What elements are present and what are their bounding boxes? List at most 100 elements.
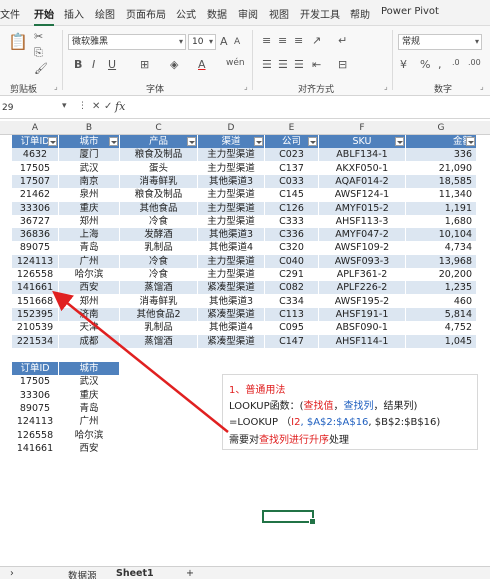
table-cell[interactable]: 13,968 <box>406 254 476 268</box>
table-cell[interactable]: 冷食 <box>120 268 197 281</box>
sheet-tab-data-source[interactable]: 数据源 <box>68 568 97 579</box>
table-cell[interactable]: 其他食品 <box>120 201 197 215</box>
table-cell[interactable]: 221534 <box>12 334 58 348</box>
lookup-cell[interactable]: 89075 <box>12 402 58 415</box>
table-cell[interactable]: 西安 <box>59 281 119 295</box>
name-box[interactable]: 29 <box>0 100 60 116</box>
table-cell[interactable]: 89075 <box>12 241 58 254</box>
table-cell[interactable]: 152395 <box>12 307 58 321</box>
table-cell[interactable]: AHSF191-1 <box>319 307 405 321</box>
lookup-header-cell[interactable]: 城市 <box>59 362 119 375</box>
decrease-decimal-icon[interactable]: .00 <box>468 58 481 67</box>
lookup-cell[interactable]: 西安 <box>59 442 119 455</box>
table-cell[interactable]: 4,752 <box>406 321 476 334</box>
align-right-icon[interactable]: ☰ <box>294 58 304 71</box>
lookup-cell[interactable]: 重庆 <box>59 389 119 402</box>
sheet-tab-sheet1[interactable]: Sheet1 <box>116 568 154 579</box>
table-cell[interactable]: 乳制品 <box>120 321 197 334</box>
table-cell[interactable]: C082 <box>265 281 318 295</box>
table-cell[interactable]: 粮食及制品 <box>120 148 197 162</box>
table-header-cell[interactable]: 金额 <box>406 135 476 148</box>
table-cell[interactable]: 210539 <box>12 321 58 334</box>
table-cell[interactable]: ABLF134-1 <box>319 148 405 162</box>
lookup-cell[interactable]: 126558 <box>12 429 58 442</box>
decrease-font-icon[interactable]: A <box>234 37 240 47</box>
format-painter-icon[interactable]: 🖌 <box>34 62 48 75</box>
table-cell[interactable]: 冷食 <box>120 254 197 268</box>
table-cell[interactable]: C336 <box>265 228 318 242</box>
tab-page-layout[interactable]: 页面布局 <box>126 6 166 21</box>
lookup-cell[interactable]: 33306 <box>12 389 58 402</box>
lookup-cell[interactable]: 武汉 <box>59 375 119 388</box>
table-cell[interactable]: 11,340 <box>406 188 476 201</box>
merge-center-icon[interactable]: ⊟ <box>338 58 347 71</box>
table-cell[interactable]: 336 <box>406 148 476 162</box>
table-cell[interactable]: 广州 <box>59 254 119 268</box>
table-cell[interactable]: 36727 <box>12 215 58 228</box>
lookup-cell[interactable]: 124113 <box>12 415 58 428</box>
table-cell[interactable]: 其他渠道4 <box>198 321 264 334</box>
table-cell[interactable]: 主力型渠道 <box>198 268 264 281</box>
table-cell[interactable]: 其他渠道3 <box>198 295 264 308</box>
table-cell[interactable]: C095 <box>265 321 318 334</box>
table-cell[interactable]: 124113 <box>12 254 58 268</box>
table-cell[interactable]: APLF226-2 <box>319 281 405 295</box>
table-cell[interactable]: 17507 <box>12 174 58 188</box>
table-cell[interactable]: C137 <box>265 162 318 175</box>
table-cell[interactable]: 乳制品 <box>120 241 197 254</box>
table-header-cell[interactable]: 城市 <box>59 135 119 148</box>
tab-view[interactable]: 视图 <box>269 6 289 21</box>
font-color-icon[interactable]: A <box>198 58 206 71</box>
table-cell[interactable]: AWSF093-3 <box>319 254 405 268</box>
tab-insert[interactable]: 插入 <box>64 6 84 21</box>
copy-icon[interactable]: ⎘ <box>34 46 43 60</box>
table-cell[interactable]: AMYF015-2 <box>319 201 405 215</box>
tab-file[interactable]: 文件 <box>0 6 20 21</box>
table-cell[interactable]: 蛋头 <box>120 162 197 175</box>
column-header-a[interactable]: A <box>12 121 58 135</box>
filter-dropdown-icon[interactable] <box>48 137 57 146</box>
table-cell[interactable]: C033 <box>265 174 318 188</box>
table-cell[interactable]: 36836 <box>12 228 58 242</box>
paste-icon[interactable]: 📋 <box>8 32 28 51</box>
tab-developer[interactable]: 开发工具 <box>300 6 340 21</box>
filter-dropdown-icon[interactable] <box>466 137 475 146</box>
table-cell[interactable]: C145 <box>265 188 318 201</box>
fx-icon[interactable]: fx <box>115 100 125 113</box>
filter-dropdown-icon[interactable] <box>395 137 404 146</box>
chevron-down-icon[interactable]: ▾ <box>62 101 67 111</box>
column-header-g[interactable]: G <box>406 121 476 135</box>
lookup-header-cell[interactable]: 订单ID <box>12 362 58 375</box>
table-cell[interactable]: 主力型渠道 <box>198 148 264 162</box>
table-header-cell[interactable]: 公司 <box>265 135 318 148</box>
italic-icon[interactable]: I <box>92 58 95 71</box>
table-cell[interactable]: AWSF109-2 <box>319 241 405 254</box>
table-cell[interactable]: 蒸馏酒 <box>120 334 197 348</box>
align-bottom-icon[interactable]: ≡ <box>294 34 303 47</box>
tab-draw[interactable]: 绘图 <box>95 6 115 21</box>
table-cell[interactable]: 主力型渠道 <box>198 201 264 215</box>
table-cell[interactable]: APLF361-2 <box>319 268 405 281</box>
table-cell[interactable]: 460 <box>406 295 476 308</box>
table-cell[interactable]: 其他渠道3 <box>198 228 264 242</box>
lookup-cell[interactable]: 17505 <box>12 375 58 388</box>
tab-data[interactable]: 数据 <box>207 6 227 21</box>
table-cell[interactable]: 151668 <box>12 295 58 308</box>
table-header-cell[interactable]: 渠道 <box>198 135 264 148</box>
table-cell[interactable]: 141661 <box>12 281 58 295</box>
filter-dropdown-icon[interactable] <box>109 137 118 146</box>
filter-dropdown-icon[interactable] <box>254 137 263 146</box>
comma-icon[interactable]: , <box>438 58 442 71</box>
indent-icon[interactable]: ⇤ <box>312 58 321 71</box>
bold-icon[interactable]: B <box>74 58 82 71</box>
tab-home[interactable]: 开始 <box>34 6 54 26</box>
table-cell[interactable]: 上海 <box>59 228 119 242</box>
phonetic-icon[interactable]: wén <box>226 58 245 68</box>
table-cell[interactable]: AQAF014-2 <box>319 174 405 188</box>
dialog-launcher-icon[interactable]: ⌟ <box>480 82 484 91</box>
table-cell[interactable]: 主力型渠道 <box>198 215 264 228</box>
more-icon[interactable]: ⋮ <box>78 101 87 111</box>
number-format-dropdown[interactable]: 常规 ▾ <box>398 34 482 50</box>
table-cell[interactable]: 21462 <box>12 188 58 201</box>
table-cell[interactable]: 消毒鲜乳 <box>120 295 197 308</box>
